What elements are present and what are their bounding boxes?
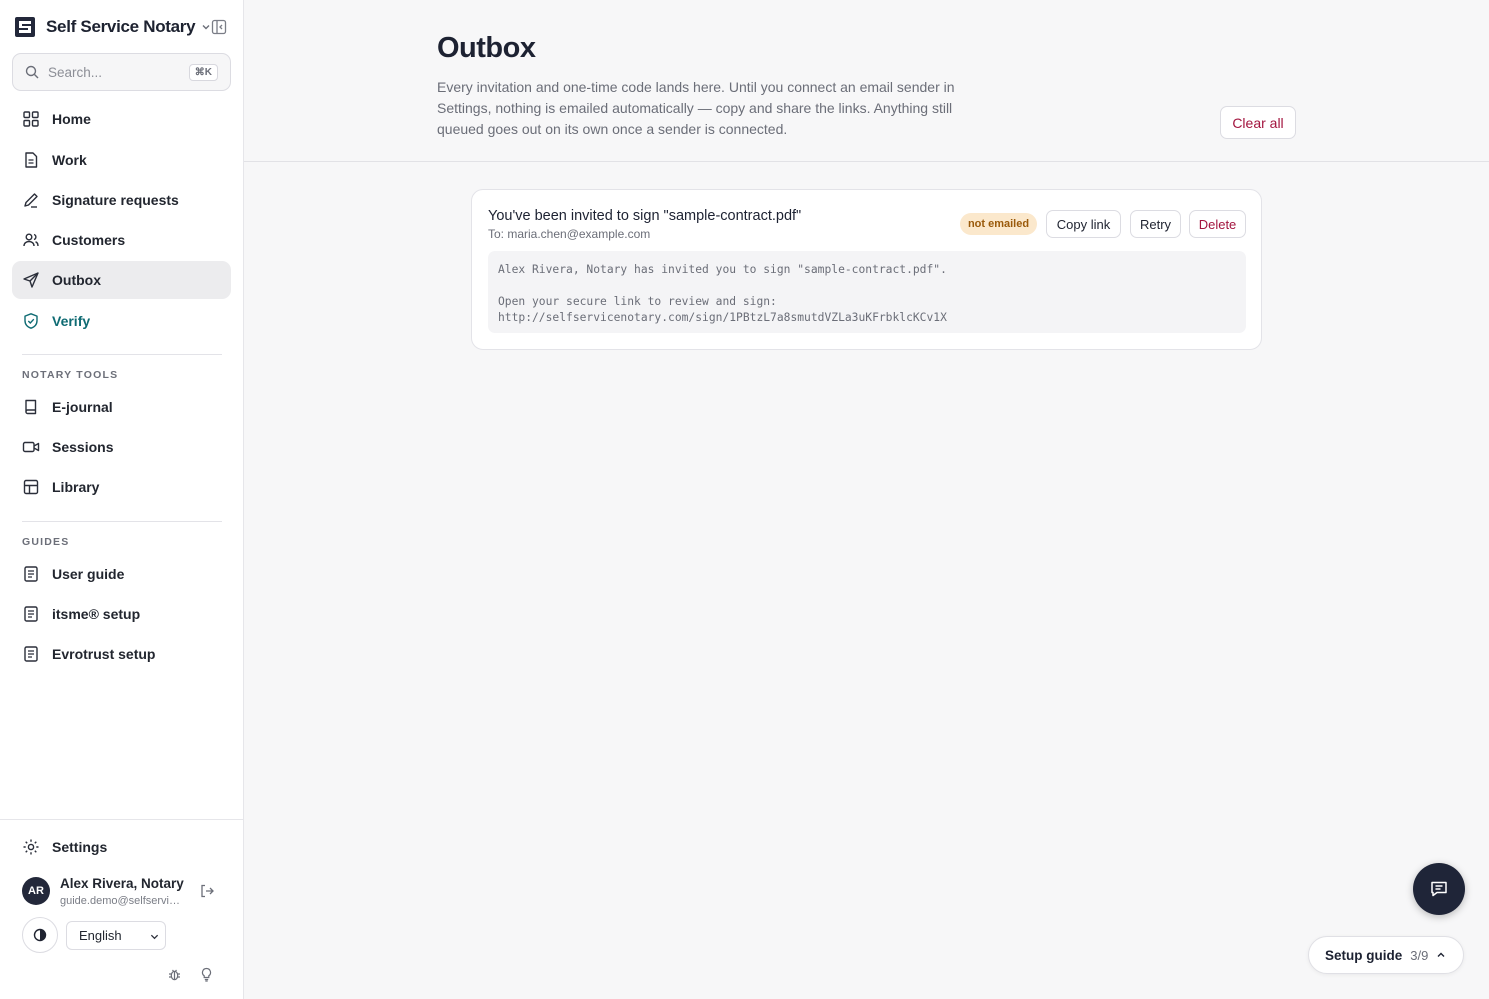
message-body-line: Alex Rivera, Notary has invited you to s… — [498, 263, 947, 276]
sidebar-item-label: Outbox — [52, 272, 101, 288]
setup-guide-progress: 3/9 — [1410, 947, 1429, 963]
sidebar-item-label: Customers — [52, 232, 126, 248]
page-title: Outbox — [437, 32, 536, 64]
sidebar-item-label: Sessions — [52, 439, 114, 455]
setup-guide-label: Setup guide — [1325, 947, 1403, 963]
search-box[interactable]: ⌘K — [12, 53, 231, 91]
guide-icon — [24, 606, 38, 622]
sidebar-item-user-guide[interactable]: User guide — [12, 555, 231, 593]
app-name: Self Service Notary — [46, 17, 196, 36]
user-email: guide.demo@selfservicenotary.com — [60, 895, 182, 907]
sidebar-item-outbox[interactable]: Outbox — [12, 261, 231, 299]
sidebar-item-home[interactable]: Home — [12, 100, 231, 138]
sidebar-item-customers[interactable]: Customers — [12, 221, 231, 259]
sidebar-item-label: User guide — [52, 566, 125, 582]
sidebar-item-settings[interactable]: Settings — [12, 828, 231, 866]
language-select[interactable]: English — [66, 921, 166, 950]
sidebar-item-label: Settings — [52, 839, 108, 855]
sidebar-item-label: Home — [52, 111, 91, 127]
chevron-down-icon — [202, 25, 210, 30]
send-icon — [23, 272, 39, 288]
sidebar-item-label: Library — [52, 479, 100, 495]
sidebar-item-signature-requests[interactable]: Signature requests — [12, 181, 231, 219]
sidebar-item-sessions[interactable]: Sessions — [12, 428, 231, 466]
message-body-link[interactable]: http://selfservicenotary.com/sign/1PBtzL… — [498, 310, 1236, 326]
sidebar-item-label: E-journal — [52, 399, 113, 415]
language-selected-value: English — [79, 928, 122, 943]
lightbulb-icon[interactable] — [199, 967, 214, 982]
guide-icon — [24, 646, 38, 662]
grid-icon — [23, 111, 39, 127]
chat-icon — [1431, 881, 1447, 897]
user-name: Alex Rivera, Notary — [60, 876, 184, 891]
message-recipient: To: maria.chen@example.com — [488, 227, 651, 241]
sidebar-divider — [22, 354, 222, 355]
search-input[interactable] — [48, 64, 178, 80]
section-label-notary-tools: NOTARY TOOLS — [22, 369, 119, 381]
setup-guide-button[interactable]: Setup guide 3/9 — [1308, 936, 1464, 974]
chevron-up-icon — [1437, 952, 1445, 957]
delete-button[interactable]: Delete — [1189, 210, 1246, 238]
sidebar-item-label: Signature requests — [52, 192, 179, 208]
clear-all-button[interactable]: Clear all — [1220, 106, 1296, 139]
shield-check-icon — [24, 313, 38, 329]
outbox-item: You've been invited to sign "sample-cont… — [471, 189, 1262, 350]
sidebar-item-e-journal[interactable]: E-journal — [12, 388, 231, 426]
sidebar-item-verify[interactable]: Verify — [12, 302, 231, 340]
chat-button[interactable] — [1413, 863, 1465, 915]
sidebar-item-work[interactable]: Work — [12, 141, 231, 179]
document-icon — [25, 152, 38, 168]
message-body: Alex Rivera, Notary has invited you to s… — [488, 251, 1246, 333]
sidebar-item-library[interactable]: Library — [12, 468, 231, 506]
sidebar-item-evrotrust-setup[interactable]: Evrotrust setup — [12, 635, 231, 673]
sidebar: Self Service Notary ⌘K Home Work Signatu… — [0, 0, 244, 999]
pen-icon — [24, 193, 38, 208]
sidebar-divider — [22, 521, 222, 522]
video-icon — [22, 441, 40, 453]
sidebar-item-label: Work — [52, 152, 87, 168]
brand-logo-icon — [15, 17, 35, 37]
page-description: Every invitation and one-time code lands… — [437, 79, 955, 137]
section-label-guides: GUIDES — [22, 536, 70, 548]
sidebar-item-label: Verify — [52, 313, 91, 329]
sidebar-footer-divider — [0, 819, 243, 820]
library-icon — [23, 479, 39, 495]
logout-icon[interactable] — [199, 883, 215, 899]
search-icon — [25, 65, 39, 79]
message-body-line: Open your secure link to review and sign… — [498, 295, 777, 308]
status-badge: not emailed — [960, 213, 1037, 235]
copy-link-button[interactable]: Copy link — [1046, 210, 1121, 238]
workspace-switcher[interactable]: Self Service Notary — [14, 14, 211, 40]
book-icon — [25, 399, 37, 415]
sidebar-collapse-icon[interactable] — [211, 19, 227, 35]
message-body-spacer — [498, 278, 1236, 294]
sidebar-item-label: itsme® setup — [52, 606, 141, 622]
guide-icon — [24, 566, 38, 582]
avatar: AR — [22, 877, 50, 905]
search-shortcut-badge: ⌘K — [188, 63, 218, 81]
message-subject: You've been invited to sign "sample-cont… — [488, 208, 802, 224]
contrast-icon — [33, 928, 47, 942]
sidebar-item-itsme-setup[interactable]: itsme® setup — [12, 595, 231, 633]
gear-icon — [23, 839, 39, 855]
bug-icon[interactable] — [167, 967, 182, 982]
theme-toggle-button[interactable] — [22, 917, 58, 953]
users-icon — [23, 233, 39, 247]
retry-button[interactable]: Retry — [1130, 210, 1181, 238]
chevron-down-icon — [150, 934, 159, 940]
sidebar-item-label: Evrotrust setup — [52, 646, 156, 662]
